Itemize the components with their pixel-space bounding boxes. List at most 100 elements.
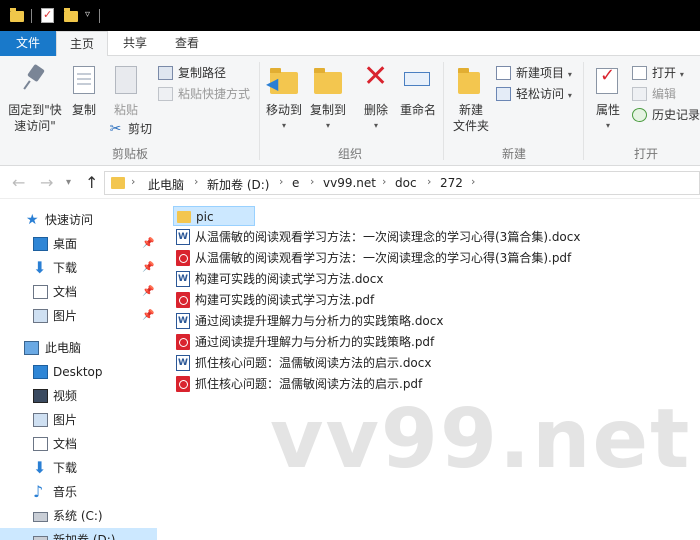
rename-button[interactable]: 重命名 — [396, 64, 440, 118]
breadcrumb-separator[interactable]: › — [194, 175, 198, 188]
folder-icon[interactable] — [10, 8, 24, 22]
nav-videos[interactable]: 视频 — [0, 384, 157, 408]
breadcrumb-e[interactable]: e — [292, 176, 299, 190]
new-folder-icon[interactable] — [64, 8, 78, 22]
nav-music[interactable]: ♪ 音乐 — [0, 480, 157, 504]
properties-button[interactable]: ✓ 属性 ▾ — [588, 64, 628, 134]
open-button[interactable]: 打开 ▾ — [632, 64, 684, 82]
file-name: 通过阅读提升理解力与分析力的实践策略.pdf — [195, 335, 435, 349]
music-note-icon: ♪ — [33, 482, 44, 501]
pdf-document-icon — [176, 376, 190, 392]
title-bar: ▿ — [0, 0, 700, 31]
breadcrumb-separator[interactable]: › — [427, 175, 431, 188]
breadcrumb-separator[interactable]: › — [310, 175, 314, 188]
breadcrumb-doc[interactable]: doc — [395, 176, 417, 190]
pin-quick-access-button[interactable]: 固定到"快 速访问" — [4, 64, 66, 134]
nav-pc-desktop[interactable]: Desktop — [0, 360, 157, 384]
nav-pc-pictures[interactable]: 图片 — [0, 408, 157, 432]
easy-access-button[interactable]: 轻松访问 ▾ — [496, 85, 572, 103]
recent-locations-chevron-icon[interactable]: ▾ — [66, 177, 71, 188]
history-icon — [632, 108, 647, 122]
nav-pc-downloads[interactable]: ⬇ 下载 — [0, 456, 157, 480]
list-item[interactable]: pic — [173, 206, 255, 226]
up-arrow-icon[interactable]: ↑ — [85, 173, 98, 192]
tab-file[interactable]: 文件 — [0, 31, 56, 56]
breadcrumb-272[interactable]: 272 — [440, 176, 463, 190]
breadcrumb-vv99[interactable]: vv99.net — [323, 176, 376, 190]
star-icon: ★ — [26, 212, 39, 228]
list-item[interactable]: 通过阅读提升理解力与分析力的实践策略.pdf — [173, 332, 434, 352]
tab-share[interactable]: 共享 — [110, 31, 160, 56]
nav-this-pc[interactable]: 此电脑 — [0, 336, 157, 360]
list-item[interactable]: 抓住核心问题：温儒敏阅读方法的启示.docx — [173, 353, 431, 373]
nav-label: 图片 — [53, 413, 78, 427]
list-item[interactable]: 从温儒敏的阅读观看学习方法：一次阅读理念的学习心得(3篇合集).docx — [173, 227, 580, 247]
new-folder-icon — [458, 68, 480, 94]
nav-label: 桌面 — [53, 237, 78, 251]
paste-button[interactable]: 粘贴 — [106, 64, 146, 118]
edit-icon — [632, 87, 647, 101]
new-folder-button[interactable]: 新建 文件夹 — [446, 64, 496, 134]
list-item[interactable]: 抓住核心问题：温儒敏阅读方法的启示.pdf — [173, 374, 422, 394]
move-to-button[interactable]: ◀ 移动到 ▾ — [262, 64, 306, 134]
history-button[interactable]: 历史记录 — [632, 106, 700, 124]
address-bar[interactable]: › 此电脑 › 新加卷 (D:) › e › vv99.net › doc › … — [104, 171, 700, 195]
cut-button[interactable]: ✂ 剪切 — [108, 120, 152, 138]
delete-button[interactable]: ✕ 删除 ▾ — [358, 60, 394, 134]
edit-label: 编辑 — [652, 87, 677, 101]
nav-documents[interactable]: 文档 📌 — [0, 280, 157, 304]
pin-icon — [24, 64, 46, 90]
breadcrumb-separator[interactable]: › — [382, 175, 386, 188]
nav-desktop[interactable]: 桌面 📌 — [0, 232, 157, 256]
copy-path-button[interactable]: 复制路径 — [158, 64, 226, 82]
pin-icon[interactable]: 📌 — [142, 256, 154, 280]
nav-label: 视频 — [53, 389, 78, 403]
breadcrumb-this-pc[interactable]: 此电脑 — [148, 176, 184, 193]
toolbar-separator — [31, 9, 32, 23]
pdf-document-icon — [176, 292, 190, 308]
videos-icon — [33, 389, 48, 403]
breadcrumb-separator[interactable]: › — [471, 175, 475, 188]
breadcrumb-drive-d[interactable]: 新加卷 (D:) — [207, 176, 269, 193]
breadcrumb-separator[interactable]: › — [279, 175, 283, 188]
pin-icon[interactable]: 📌 — [142, 304, 154, 328]
list-item[interactable]: 从温儒敏的阅读观看学习方法：一次阅读理念的学习心得(3篇合集).pdf — [173, 248, 571, 268]
chevron-down-icon: ▾ — [373, 121, 378, 130]
back-arrow-icon[interactable]: ← — [12, 173, 25, 192]
list-item[interactable]: 构建可实践的阅读式学习方法.docx — [173, 269, 383, 289]
nav-downloads[interactable]: ⬇ 下载 📌 — [0, 256, 157, 280]
easy-access-label: 轻松访问 — [516, 87, 565, 101]
list-item[interactable]: 构建可实践的阅读式学习方法.pdf — [173, 290, 374, 310]
copy-button[interactable]: 复制 — [66, 64, 102, 118]
new-item-button[interactable]: 新建项目 ▾ — [496, 64, 572, 82]
chevron-down-icon: ▾ — [679, 70, 684, 79]
group-separator — [583, 62, 584, 160]
list-item[interactable]: 通过阅读提升理解力与分析力的实践策略.docx — [173, 311, 443, 331]
copy-to-button[interactable]: 复制到 ▾ — [306, 64, 350, 134]
properties-icon[interactable] — [41, 8, 54, 23]
nav-new-volume-d[interactable]: 新加卷 (D:) — [0, 528, 157, 540]
desktop-icon — [33, 365, 48, 379]
new-folder-label-2: 文件夹 — [452, 119, 489, 133]
nav-system-c[interactable]: 系统 (C:) — [0, 504, 157, 528]
edit-button[interactable]: 编辑 — [632, 85, 676, 103]
breadcrumb-separator[interactable]: › — [131, 175, 135, 188]
pin-icon[interactable]: 📌 — [142, 232, 154, 256]
copy-icon — [73, 66, 95, 94]
tab-home[interactable]: 主页 — [56, 31, 108, 57]
scissors-icon: ✂ — [109, 121, 122, 137]
drive-icon — [33, 536, 48, 540]
file-name: 构建可实践的阅读式学习方法.docx — [195, 272, 384, 286]
tab-view[interactable]: 查看 — [162, 31, 212, 56]
word-document-icon — [176, 269, 190, 289]
paste-shortcut-button[interactable]: 粘贴快捷方式 — [158, 85, 250, 103]
word-document-icon — [176, 227, 190, 247]
pin-icon[interactable]: 📌 — [142, 280, 154, 304]
forward-arrow-icon[interactable]: → — [40, 173, 53, 192]
chevron-down-icon: ▾ — [281, 121, 286, 130]
chevron-down-icon[interactable]: ▿ — [85, 9, 90, 25]
nav-quick-access[interactable]: ★ 快速访问 — [0, 208, 157, 232]
nav-pictures[interactable]: 图片 📌 — [0, 304, 157, 328]
copy-to-label: 复制到 — [309, 103, 346, 117]
nav-pc-documents[interactable]: 文档 — [0, 432, 157, 456]
